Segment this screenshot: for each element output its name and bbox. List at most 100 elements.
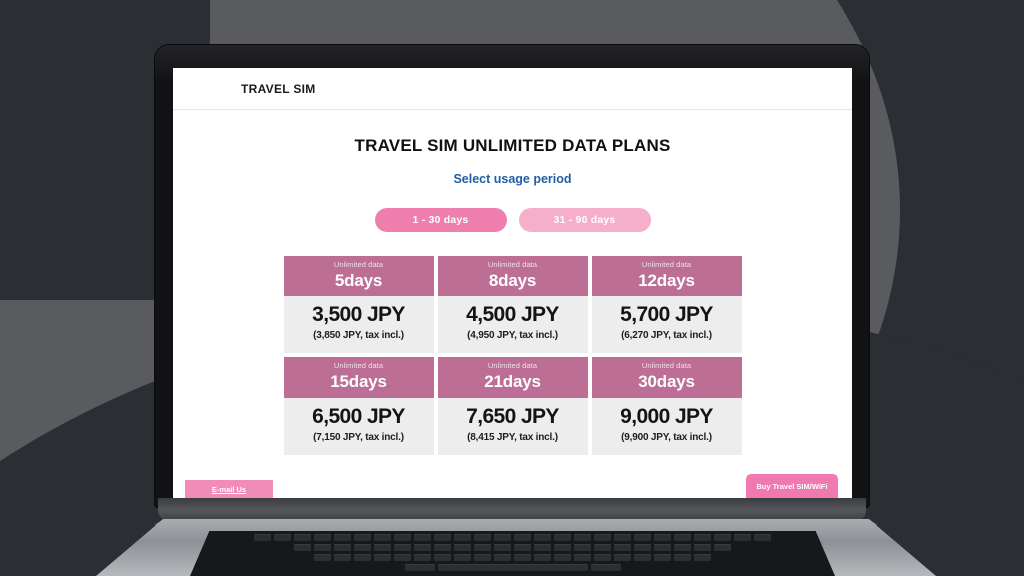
plan-card-header: Unlimited data 5days	[283, 256, 434, 297]
site-navbar: TRAVEL SIM	[173, 68, 852, 110]
keyboard-key	[274, 534, 291, 541]
keyboard-key	[754, 534, 771, 541]
keyboard-key	[414, 554, 431, 561]
keyboard-key	[614, 544, 631, 551]
keyboard-key	[314, 554, 331, 561]
keyboard-key	[574, 544, 591, 551]
keyboard-key	[614, 534, 631, 541]
keyboard-key	[414, 534, 431, 541]
keyboard-key	[574, 534, 591, 541]
plan-card-body: 5,700 JPY (6,270 JPY, tax incl.)	[591, 296, 742, 354]
buy-travel-sim-wifi-button[interactable]: Buy Travel SIM/WiFi	[746, 474, 838, 498]
keyboard-key	[714, 544, 731, 551]
keyboard-key	[394, 544, 411, 551]
plan-card-header: Unlimited data 21days	[437, 357, 588, 398]
keyboard-key	[694, 544, 711, 551]
plan-duration: 21days	[484, 371, 541, 391]
plan-kicker: Unlimited data	[487, 260, 538, 269]
keyboard-key	[374, 534, 391, 541]
plan-kicker: Unlimited data	[333, 361, 384, 371]
keyboard-key	[534, 544, 551, 551]
keyboard-row	[190, 564, 835, 572]
plan-card-body: 6,500 JPY (7,150 JPY, tax incl.)	[283, 397, 434, 455]
plan-card[interactable]: Unlimited data 21days 7,650 JPY (8,415 J…	[437, 357, 588, 455]
keyboard-key	[374, 544, 391, 551]
page-title: TRAVEL SIM UNLIMITED DATA PLANS	[354, 136, 671, 155]
plan-kicker: Unlimited data	[333, 260, 384, 269]
page-subtitle: Select usage period	[453, 172, 572, 186]
plan-card-header: Unlimited data 30days	[591, 357, 742, 398]
keyboard-row	[190, 554, 835, 562]
keyboard-key	[594, 544, 611, 551]
keyboard-key	[554, 544, 571, 551]
keyboard-row	[190, 534, 835, 542]
keyboard-key	[694, 554, 711, 561]
plan-kicker: Unlimited data	[641, 361, 692, 371]
keyboard-key	[434, 554, 451, 561]
email-us-button[interactable]: E-mail Us	[185, 480, 273, 498]
keyboard-key	[554, 554, 571, 561]
laptop-mockup: TRAVEL SIM TRAVEL SIM UNLIMITED DATA PLA…	[0, 0, 1024, 576]
keyboard-key	[634, 534, 651, 541]
plan-card-header: Unlimited data 8days	[437, 256, 588, 297]
plan-price: 5,700 JPY	[620, 303, 713, 327]
plan-card-body: 7,650 JPY (8,415 JPY, tax incl.)	[437, 397, 588, 455]
keyboard-key	[294, 544, 311, 551]
keyboard-key	[674, 534, 691, 541]
keyboard-key	[694, 534, 711, 541]
keyboard-key	[674, 554, 691, 561]
keyboard-key	[594, 534, 611, 541]
keyboard-key	[404, 564, 435, 571]
plan-price: 6,500 JPY	[312, 404, 405, 428]
keyboard-key	[254, 534, 271, 541]
plan-card[interactable]: Unlimited data 30days 9,000 JPY (9,900 J…	[591, 357, 742, 455]
webpage: TRAVEL SIM TRAVEL SIM UNLIMITED DATA PLA…	[173, 68, 852, 498]
keyboard-key	[514, 554, 531, 561]
keyboard-key	[714, 534, 731, 541]
main-content: TRAVEL SIM UNLIMITED DATA PLANS Select u…	[173, 110, 852, 498]
keyboard-key	[594, 554, 611, 561]
keyboard-key	[494, 554, 511, 561]
plan-card[interactable]: Unlimited data 5days 3,500 JPY (3,850 JP…	[283, 256, 434, 354]
keyboard-key	[574, 554, 591, 561]
keyboard-key	[634, 544, 651, 551]
keyboard-key	[374, 554, 391, 561]
keyboard-key	[454, 534, 471, 541]
plan-price-tax-incl: (9,900 JPY, tax incl.)	[621, 431, 712, 443]
plan-card[interactable]: Unlimited data 12days 5,700 JPY (6,270 J…	[591, 256, 742, 354]
keyboard-key	[554, 534, 571, 541]
keyboard-key	[334, 554, 351, 561]
keyboard-key	[514, 544, 531, 551]
screenshot-stage: TRAVEL SIM TRAVEL SIM UNLIMITED DATA PLA…	[0, 0, 1024, 576]
plan-price: 3,500 JPY	[312, 303, 405, 327]
plan-price-tax-incl: (6,270 JPY, tax incl.)	[621, 330, 712, 342]
period-tab-31-90-days[interactable]: 31 - 90 days	[518, 208, 651, 232]
plan-price-tax-incl: (7,150 JPY, tax incl.)	[313, 431, 404, 443]
keyboard-key	[314, 544, 331, 551]
plan-grid: Unlimited data 5days 3,500 JPY (3,850 JP…	[283, 256, 742, 455]
plan-card[interactable]: Unlimited data 8days 4,500 JPY (4,950 JP…	[437, 256, 588, 354]
keyboard-key	[314, 534, 331, 541]
keyboard-key	[474, 554, 491, 561]
keyboard-key	[334, 544, 351, 551]
usage-period-toggle-group: 1 - 30 days 31 - 90 days	[173, 208, 852, 232]
plan-duration: 15days	[330, 371, 387, 391]
keyboard-key	[590, 564, 621, 571]
brand-logo-text[interactable]: TRAVEL SIM	[241, 82, 316, 96]
laptop-screen: TRAVEL SIM TRAVEL SIM UNLIMITED DATA PLA…	[173, 68, 852, 498]
keyboard-key	[354, 534, 371, 541]
keyboard-key	[494, 534, 511, 541]
keyboard-key	[474, 534, 491, 541]
keyboard-key	[354, 554, 371, 561]
period-tab-1-30-days[interactable]: 1 - 30 days	[374, 208, 507, 232]
keyboard-key	[454, 544, 471, 551]
keyboard-key	[474, 544, 491, 551]
plan-duration: 5days	[334, 270, 383, 290]
keyboard-key	[434, 544, 451, 551]
keyboard-key	[634, 554, 651, 561]
plan-kicker: Unlimited data	[487, 361, 538, 371]
keyboard-key	[674, 544, 691, 551]
keyboard-key	[734, 534, 751, 541]
plan-card[interactable]: Unlimited data 15days 6,500 JPY (7,150 J…	[283, 357, 434, 455]
plan-card-header: Unlimited data 15days	[283, 357, 434, 398]
